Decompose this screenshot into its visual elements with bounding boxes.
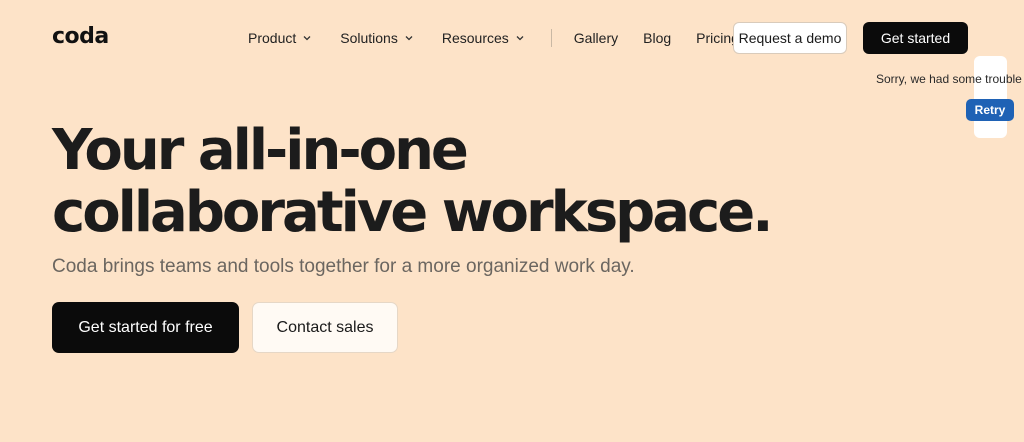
hero-headline: Your all-in-one collaborative workspace. [52,118,773,245]
nav-item-blog[interactable]: Blog [643,30,671,46]
chevron-down-icon [515,33,525,43]
nav-divider [550,29,552,47]
coda-logo[interactable]: coda [52,24,109,49]
nav-item-product[interactable]: Product [248,30,312,46]
chevron-down-icon [302,33,312,43]
hero-headline-line-1: Your all-in-one [52,118,469,183]
nav-item-label: Blog [643,30,672,46]
request-demo-button[interactable]: Request a demo [733,22,847,54]
error-widget-card [974,56,1007,138]
nav-item-gallery[interactable]: Gallery [574,30,618,46]
hero-headline-line-2: collaborative workspace. [52,180,773,245]
nav-item-label: Resources [441,30,509,46]
retry-button[interactable]: Retry [966,99,1014,121]
hero-subheadline: Coda brings teams and tools together for… [52,256,635,277]
get-started-button[interactable]: Get started [863,22,968,54]
nav-item-resources[interactable]: Resources [442,30,525,46]
get-started-free-button[interactable]: Get started for free [52,302,239,353]
chevron-down-icon [404,33,414,43]
nav-item-label: Product [248,30,297,46]
nav-item-label: Gallery [573,30,619,46]
nav-item-solutions[interactable]: Solutions [340,30,414,46]
nav-item-label: Solutions [340,30,398,46]
contact-sales-button[interactable]: Contact sales [252,302,398,353]
main-nav: Product Solutions Resources Gallery Blog… [248,22,739,54]
error-message: Sorry, we had some trouble [876,72,1022,86]
